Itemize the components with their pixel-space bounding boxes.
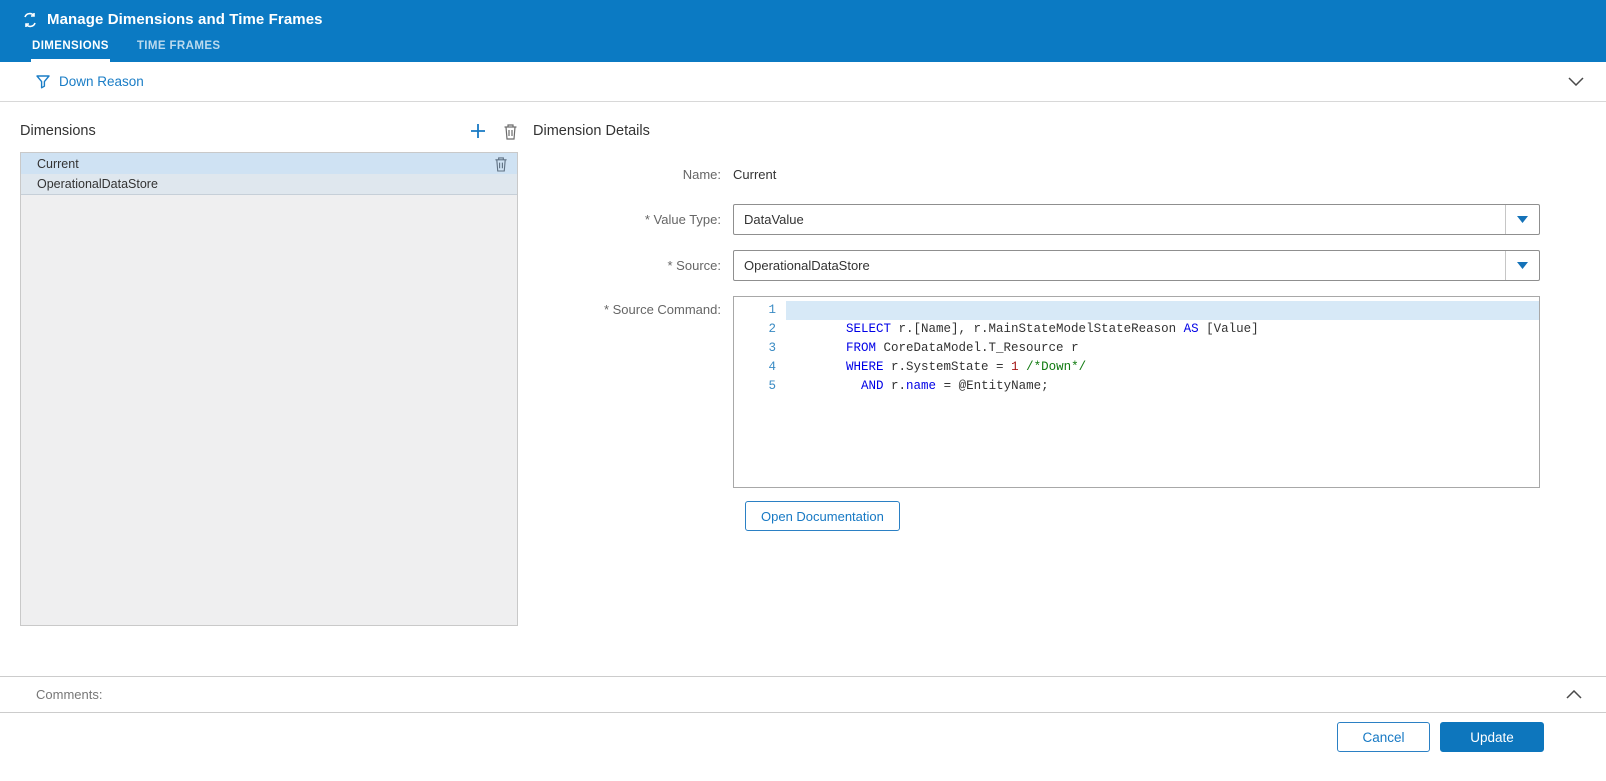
dimension-details-panel: Dimension Details Name: Current * Value … xyxy=(518,116,1582,676)
chevron-down-icon[interactable] xyxy=(1568,77,1584,86)
dimension-group-label: Down Reason xyxy=(59,74,144,89)
dimensions-panel: Dimensions Current xyxy=(20,116,518,676)
dialog-header: Manage Dimensions and Time Frames DIMENS… xyxy=(0,0,1606,62)
source-selected-option: OperationalDataStore xyxy=(734,258,1505,273)
value-type-selected-option: DataValue xyxy=(734,212,1505,227)
trash-icon[interactable] xyxy=(494,156,508,172)
dimensions-list: Current OperationalDataStore xyxy=(20,152,518,626)
funnel-icon xyxy=(36,75,50,89)
code-gutter: 12345 xyxy=(734,297,786,487)
dialog-title: Manage Dimensions and Time Frames xyxy=(47,11,323,28)
list-item-current[interactable]: Current xyxy=(21,153,517,174)
manage-dimensions-icon xyxy=(22,12,38,28)
chevron-up-icon[interactable] xyxy=(1566,690,1582,699)
value-type-select[interactable]: DataValue xyxy=(733,204,1540,235)
list-item-operationaldatastore[interactable]: OperationalDataStore xyxy=(21,174,517,195)
open-documentation-button[interactable]: Open Documentation xyxy=(745,501,900,531)
dropdown-arrow-icon[interactable] xyxy=(1505,251,1539,280)
cancel-button[interactable]: Cancel xyxy=(1337,722,1430,752)
dimension-group-bar[interactable]: Down Reason xyxy=(0,62,1606,102)
dimension-details-title: Dimension Details xyxy=(533,123,650,139)
main-content: Dimensions Current xyxy=(0,102,1606,676)
dimensions-panel-title: Dimensions xyxy=(20,123,96,139)
value-type-label: * Value Type: xyxy=(533,211,733,228)
source-label: * Source: xyxy=(533,257,733,274)
tab-bar: DIMENSIONS TIME FRAMES xyxy=(0,30,1606,62)
add-dimension-button[interactable] xyxy=(469,122,487,140)
tab-time-frames[interactable]: TIME FRAMES xyxy=(136,36,222,62)
name-value: Current xyxy=(733,167,776,182)
tab-dimensions[interactable]: DIMENSIONS xyxy=(31,36,110,62)
source-select[interactable]: OperationalDataStore xyxy=(733,250,1540,281)
list-item-label: Current xyxy=(37,157,79,171)
source-command-label: * Source Command: xyxy=(533,296,733,318)
update-button[interactable]: Update xyxy=(1440,722,1544,752)
comments-section-header[interactable]: Comments: xyxy=(0,676,1606,712)
delete-dimension-button[interactable] xyxy=(503,123,518,140)
dropdown-arrow-icon[interactable] xyxy=(1505,205,1539,234)
name-label: Name: xyxy=(533,166,733,183)
source-command-editor[interactable]: 12345 SELECT r.[Name], r.MainStateModelS… xyxy=(733,296,1540,488)
list-item-label: OperationalDataStore xyxy=(37,177,158,191)
code-lines: SELECT r.[Name], r.MainStateModelStateRe… xyxy=(786,297,1539,487)
dialog-footer: Cancel Update xyxy=(0,712,1606,781)
comments-label: Comments: xyxy=(36,687,102,702)
